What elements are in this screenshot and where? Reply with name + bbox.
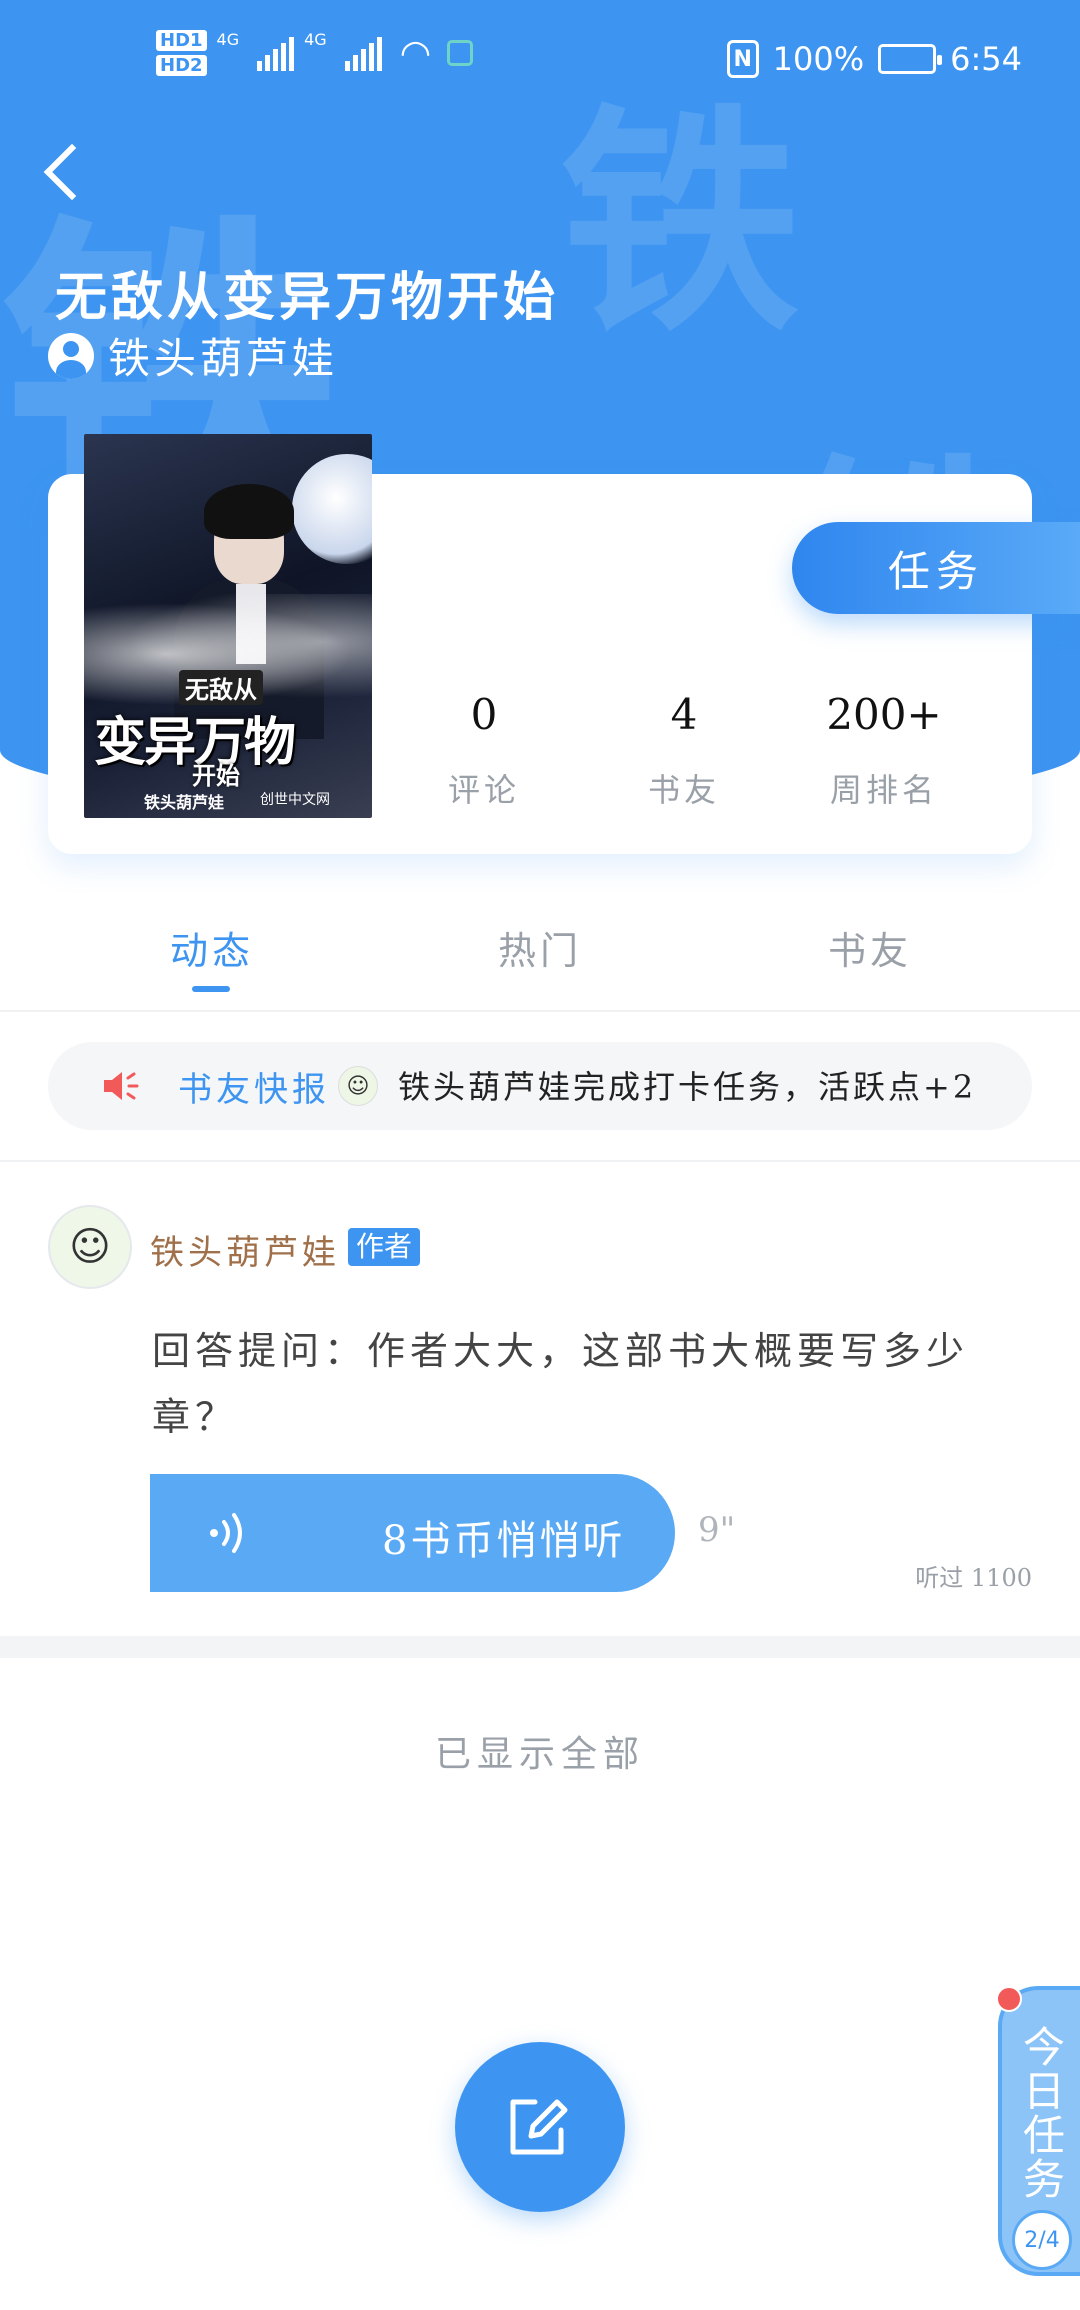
listen-audio-button[interactable]: 8书币悄悄听 [150, 1474, 675, 1592]
user-icon [48, 332, 94, 379]
vpn-lock-icon [447, 40, 474, 66]
network-type-1: 4G [216, 30, 240, 49]
edit-icon [510, 2099, 568, 2155]
avatar[interactable]: ☺ [48, 1205, 132, 1289]
post-author[interactable]: 铁头葫芦娃 [150, 1225, 340, 1274]
stat-value: 200+ [826, 690, 942, 739]
stat-label: 书友 [647, 771, 720, 809]
avatar: ☺ [338, 1066, 378, 1106]
today-task-label: 今日任务 [1022, 2023, 1065, 2204]
chevron-left-icon [43, 143, 101, 201]
stat-readers[interactable]: 4 书友 [604, 690, 764, 811]
back-button[interactable] [38, 140, 101, 210]
cover-title-line3: 开始 [192, 762, 240, 790]
hd2-label: HD2 [156, 55, 207, 76]
end-of-list-text: 已显示全部 [434, 1734, 645, 1775]
cover-moon [292, 454, 372, 564]
tab-activity[interactable]: 动态 [112, 920, 312, 975]
today-task-progress: 2/4 [1012, 2210, 1072, 2270]
stat-value: 4 [670, 690, 698, 739]
author-link[interactable]: 铁头葫芦娃 [48, 325, 338, 386]
book-cover[interactable]: 无敌从 变异万物 开始 铁头葫芦娃 创世中文网 [84, 434, 372, 818]
cover-publisher: 创世中文网 [260, 792, 330, 808]
stat-comments[interactable]: 0 评论 [404, 690, 564, 811]
signal-icon [257, 35, 295, 71]
network-type-2: 4G [304, 30, 327, 49]
tab-indicator [192, 986, 230, 992]
hd1-label: HD1 [156, 30, 207, 51]
speaker-icon [104, 1072, 139, 1100]
post-text[interactable]: 回答提问：作者大大，这部书大概要写多少章？ [152, 1318, 972, 1450]
divider [0, 1010, 1080, 1012]
book-title: 无敌从变异万物开始 [55, 267, 560, 328]
hd-indicator: HD1 HD2 [156, 30, 207, 76]
battery-icon [878, 44, 943, 74]
clock: 6:54 [950, 40, 1022, 78]
tab-popular[interactable]: 热门 [440, 920, 640, 975]
audio-label: 8书币悄悄听 [382, 1518, 626, 1564]
news-text: 铁头葫芦娃完成打卡任务，活跃点+2 [398, 1068, 977, 1106]
signal-icon [344, 35, 382, 71]
author-badge: 作者 [348, 1228, 421, 1266]
cover-author: 铁头葫芦娃 [144, 793, 225, 812]
stat-label: 周排名 [829, 771, 938, 809]
stat-weekly-rank[interactable]: 200+ 周排名 [804, 690, 964, 811]
notification-dot [996, 1986, 1022, 2012]
stat-value: 0 [470, 690, 498, 739]
listen-count: 听过 1100 [915, 1564, 1032, 1592]
tab-book-friends[interactable]: 书友 [770, 920, 970, 975]
section-separator [0, 1636, 1080, 1658]
nfc-icon: N [726, 40, 759, 78]
author-name: 铁头葫芦娃 [108, 334, 339, 383]
status-bar-left: HD1 HD2 4G 4G ◠ [156, 30, 474, 76]
wifi-icon: ◠ [399, 32, 432, 74]
status-bar-right: N 100% 6:54 [726, 40, 1022, 78]
news-ticker[interactable]: 书友快报 ☺ 铁头葫芦娃完成打卡任务，活跃点+2 [48, 1042, 1032, 1130]
compose-button[interactable] [455, 2042, 625, 2212]
news-tag: 书友快报 [178, 1070, 330, 1110]
tab-bar: 动态 热门 书友 [0, 920, 1080, 1010]
today-task-tab[interactable]: 今日任务 2/4 [998, 1986, 1080, 2276]
status-bar: HD1 HD2 4G 4G ◠ N 100% 6:54 [0, 0, 1080, 120]
task-button[interactable]: 任务 [792, 522, 1080, 614]
stat-label: 评论 [447, 771, 520, 809]
divider [0, 1160, 1080, 1162]
sound-wave-icon [210, 1513, 242, 1553]
audio-duration: 9" [698, 1510, 736, 1550]
battery-percent: 100% [772, 40, 865, 78]
